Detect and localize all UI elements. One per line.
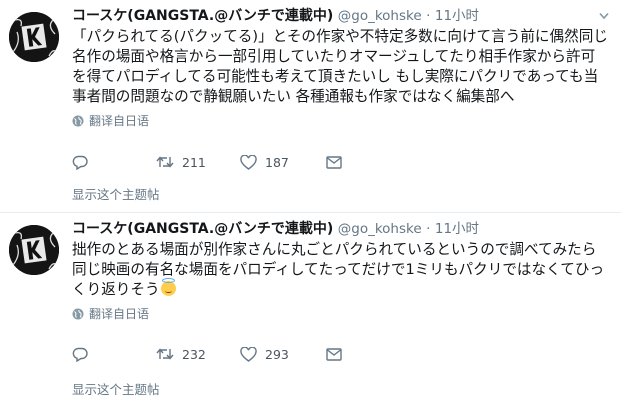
- show-thread-link[interactable]: 显示这个主题帖: [72, 184, 160, 203]
- author-handle[interactable]: @go_kohske: [338, 8, 422, 24]
- message-icon: [326, 155, 342, 169]
- globe-icon: [72, 115, 84, 127]
- message-icon: [326, 347, 342, 361]
- avatar-k-logo: [9, 12, 59, 62]
- heart-icon: [240, 154, 257, 170]
- author-name[interactable]: コースケ(GANGSTA.@バンチで連載中): [72, 8, 333, 24]
- retweet-icon: [156, 156, 174, 168]
- tweet-text: 「パクられてる(パクッてる)」とその作家や不特定多数に向けて言う前に偶然同じ名作…: [72, 28, 608, 105]
- retweet-count: 211: [182, 154, 206, 170]
- tweet[interactable]: コースケ(GANGSTA.@バンチで連載中) @go_kohske · 11小时…: [0, 0, 621, 213]
- tweet[interactable]: コースケ(GANGSTA.@バンチで連載中) @go_kohske · 11小时…: [0, 213, 621, 406]
- tweet-header: コースケ(GANGSTA.@バンチで連載中) @go_kohske · 11小时: [72, 219, 609, 239]
- tweet-content: コースケ(GANGSTA.@バンチで連載中) @go_kohske · 11小时…: [72, 219, 609, 322]
- author-name[interactable]: コースケ(GANGSTA.@バンチで連載中): [72, 221, 333, 237]
- translate-label: 翻译自日语: [89, 307, 150, 321]
- tweet-content: コースケ(GANGSTA.@バンチで連載中) @go_kohske · 11小时…: [72, 6, 609, 129]
- author-handle[interactable]: @go_kohske: [338, 221, 422, 237]
- like-count: 187: [265, 154, 289, 170]
- reply-button[interactable]: [72, 347, 156, 362]
- translate-link[interactable]: 翻译自日语: [72, 306, 609, 322]
- translate-link[interactable]: 翻译自日语: [72, 113, 609, 129]
- like-button[interactable]: 187: [240, 154, 326, 170]
- like-count: 293: [265, 346, 289, 362]
- separator-dot: ·: [426, 221, 431, 237]
- reply-button[interactable]: [72, 155, 156, 170]
- tweet-actions: 232 293: [72, 343, 342, 365]
- show-thread-link[interactable]: 显示这个主题帖: [72, 379, 160, 398]
- reply-icon: [72, 347, 88, 362]
- translate-label: 翻译自日语: [89, 114, 150, 128]
- heart-icon: [240, 346, 257, 362]
- tweet-timestamp[interactable]: 11小时: [435, 221, 479, 237]
- tweet-timestamp[interactable]: 11小时: [435, 8, 479, 24]
- tweet-text-body: 拙作のとある場面が別作家さんに丸ごとパクられているというので調べてみたら同じ映画…: [72, 241, 605, 298]
- chevron-down-icon[interactable]: [599, 12, 609, 20]
- avatar[interactable]: [9, 12, 59, 62]
- separator-dot: ·: [426, 8, 431, 24]
- direct-message-button[interactable]: [326, 155, 342, 169]
- tweet-header: コースケ(GANGSTA.@バンチで連載中) @go_kohske · 11小时: [72, 6, 609, 26]
- tweet-actions: 211 187: [72, 151, 342, 173]
- smiling-face-with-halo-icon: [160, 278, 176, 296]
- reply-icon: [72, 155, 88, 170]
- retweet-button[interactable]: 211: [156, 155, 240, 170]
- direct-message-button[interactable]: [326, 347, 342, 361]
- like-button[interactable]: 293: [240, 346, 326, 362]
- retweet-icon: [156, 348, 174, 360]
- tweet-text: 拙作のとある場面が別作家さんに丸ごとパクられているというので調べてみたら同じ映画…: [72, 240, 609, 300]
- avatar[interactable]: [9, 225, 59, 275]
- retweet-button[interactable]: 232: [156, 347, 240, 362]
- avatar-k-logo: [9, 225, 59, 275]
- globe-icon: [72, 308, 84, 320]
- retweet-count: 232: [182, 346, 206, 362]
